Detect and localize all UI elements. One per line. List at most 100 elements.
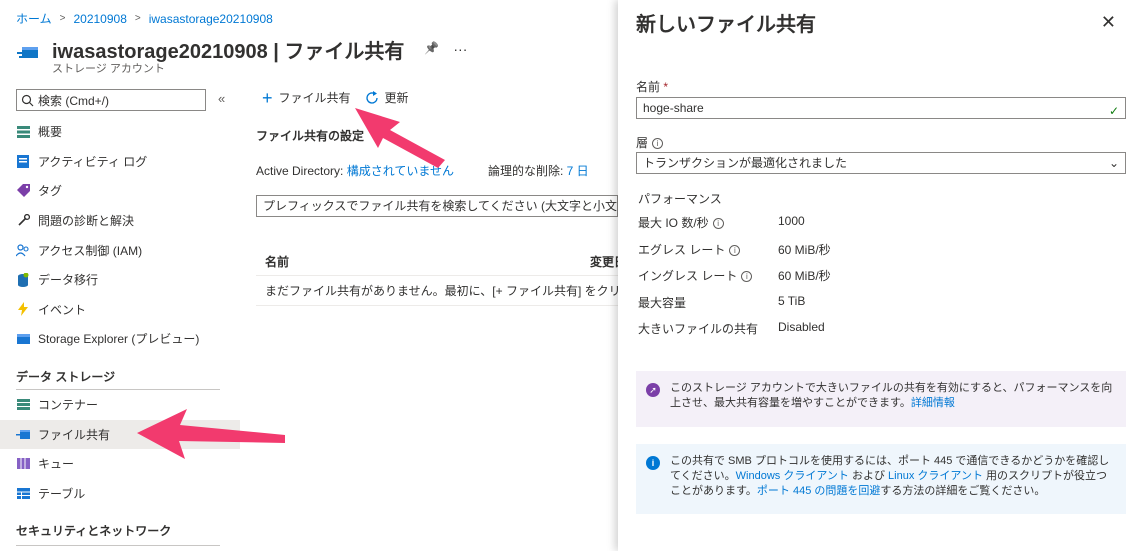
sidebar-item-label: 問題の診断と解決	[38, 214, 135, 229]
sidebar-divider	[16, 545, 220, 546]
sidebar-item-diagnose[interactable]: 問題の診断と解決	[0, 206, 240, 236]
breadcrumb-home[interactable]: ホーム	[16, 10, 52, 27]
perf-label: エグレス レート	[638, 242, 726, 257]
linux-client-link[interactable]: Linux クライアント	[888, 470, 983, 482]
active-directory-setting: Active Directory: 構成されていません	[256, 162, 454, 179]
sidebar-item-label: ファイル共有	[38, 427, 111, 442]
refresh-button[interactable]: 更新	[365, 89, 409, 106]
check-icon: ✓	[1108, 104, 1119, 118]
command-bar: + ファイル共有 更新	[262, 87, 409, 108]
new-file-share-panel: 新しいファイル共有 ✕ 名前 * hoge-share ✓ 層i トランザクショ…	[618, 0, 1140, 551]
breadcrumb-storage-account[interactable]: iwasastorage20210908	[149, 12, 273, 26]
performance-row: イングレス レート i 60 MiB/秒	[638, 267, 831, 294]
sidebar-item-iam[interactable]: アクセス制御 (IAM)	[0, 235, 240, 265]
sidebar-item-queues[interactable]: キュー	[0, 449, 240, 479]
sidebar-item-label: タグ	[38, 184, 63, 199]
refresh-icon	[365, 90, 378, 104]
wrench-icon	[16, 214, 30, 228]
sidebar-item-label: アクセス制御 (IAM)	[38, 243, 143, 258]
windows-client-link[interactable]: Windows クライアント	[736, 470, 849, 482]
notice-text: する方法の詳細をご覧ください。	[880, 485, 1046, 497]
plus-icon: +	[262, 87, 273, 108]
perf-label: 最大 IO 数/秒	[638, 216, 709, 230]
chevron-down-icon: ⌄	[1108, 156, 1119, 170]
panel-title: 新しいファイル共有	[636, 14, 816, 36]
settings-row: Active Directory: 構成されていません 論理的な削除: 7 日	[256, 162, 589, 179]
sidebar-nav-data-storage: コンテナー ファイル共有 キュー テーブル	[0, 390, 240, 508]
performance-row: 大きいファイルの共有 Disabled	[638, 320, 831, 347]
sidebar-item-label: Storage Explorer (プレビュー)	[38, 332, 200, 347]
performance-title: パフォーマンス	[638, 192, 722, 206]
share-name-input[interactable]: hoge-share ✓	[636, 97, 1126, 119]
port-445-link[interactable]: ポート 445 の問題を回避	[757, 485, 880, 497]
performance-row: エグレス レート i 60 MiB/秒	[638, 241, 831, 268]
sidebar-item-activity-log[interactable]: アクティビティ ログ	[0, 147, 240, 177]
perf-label: 大きいファイルの共有	[638, 322, 759, 336]
file-share-icon	[16, 427, 30, 441]
sidebar-item-tables[interactable]: テーブル	[0, 479, 240, 509]
table-empty-message: まだファイル共有がありません。最初に、[+ ファイル共有] をクリック	[256, 276, 618, 306]
file-share-icon	[17, 47, 38, 58]
rocket-icon: ➚	[646, 383, 660, 397]
info-icon[interactable]: i	[729, 244, 741, 256]
info-icon[interactable]: i	[652, 138, 664, 150]
tier-label: 層	[636, 136, 649, 150]
sidebar-search-input[interactable]: 検索 (Cmd+/)	[16, 89, 206, 111]
notice-text: このストレージ アカウントで大きいファイルの共有を有効にすると、パフォーマンスを…	[670, 382, 1113, 409]
sidebar-item-label: 概要	[38, 125, 63, 140]
sidebar-item-storage-explorer[interactable]: Storage Explorer (プレビュー)	[0, 324, 240, 354]
collapse-sidebar-button[interactable]: «	[218, 91, 225, 106]
file-share-settings-title: ファイル共有の設定	[256, 129, 365, 143]
sidebar-item-overview[interactable]: 概要	[0, 117, 240, 147]
add-file-share-button[interactable]: + ファイル共有	[262, 87, 351, 108]
perf-label: 最大容量	[638, 295, 687, 310]
breadcrumb-resource-group[interactable]: 20210908	[73, 12, 126, 26]
perf-value: 60 MiB/秒	[778, 269, 831, 283]
sidebar-item-events[interactable]: イベント	[0, 295, 240, 325]
active-directory-link[interactable]: 構成されていません	[347, 164, 454, 178]
container-icon	[16, 398, 30, 412]
sidebar-item-data-migration[interactable]: データ移行	[0, 265, 240, 295]
column-header-name[interactable]: 名前	[265, 253, 289, 270]
close-icon[interactable]: ✕	[1101, 12, 1116, 33]
add-file-share-label: ファイル共有	[278, 91, 351, 105]
data-migration-icon	[16, 272, 30, 287]
prefix-search-input[interactable]: プレフィックスでファイル共有を検索してください (大文字と小文字	[256, 195, 618, 217]
soft-delete-link[interactable]: 7 日	[567, 164, 589, 178]
sidebar-section-security: セキュリティとネットワーク	[16, 524, 172, 538]
sidebar-item-label: キュー	[38, 457, 75, 472]
perf-value: Disabled	[778, 320, 825, 334]
info-icon[interactable]: i	[741, 271, 753, 283]
annotation-arrow	[355, 108, 445, 168]
pin-icon[interactable]: 📌	[424, 41, 439, 57]
search-icon	[21, 94, 34, 106]
tier-select[interactable]: トランザクションが最適化されました ⌄	[636, 152, 1126, 174]
sidebar-item-label: イベント	[38, 302, 87, 317]
required-marker: *	[663, 80, 669, 94]
activity-log-icon	[16, 154, 30, 168]
sidebar-item-tags[interactable]: タグ	[0, 176, 240, 206]
sidebar-item-label: テーブル	[38, 487, 86, 502]
search-placeholder: 検索 (Cmd+/)	[38, 93, 110, 108]
perf-value: 1000	[778, 214, 805, 228]
sidebar-item-label: アクティビティ ログ	[38, 154, 148, 169]
sidebar-item-label: コンテナー	[38, 398, 99, 413]
table-icon	[16, 487, 30, 501]
tier-selected-value: トランザクションが最適化されました	[643, 156, 848, 170]
sidebar-section-data-storage: データ ストレージ	[16, 370, 116, 384]
large-file-share-notice: ➚ このストレージ アカウントで大きいファイルの共有を有効にすると、パフォーマン…	[636, 371, 1126, 427]
perf-value: 60 MiB/秒	[778, 242, 831, 257]
lightning-icon	[16, 302, 30, 317]
table-header: 名前 変更日	[256, 246, 626, 276]
info-icon[interactable]: i	[712, 218, 724, 230]
learn-more-link[interactable]: 詳細情報	[911, 397, 955, 409]
soft-delete-label: 論理的な削除:	[487, 164, 564, 178]
more-icon[interactable]: ···	[453, 41, 467, 57]
perf-label: イングレス レート	[638, 269, 738, 283]
storage-explorer-icon	[16, 332, 30, 346]
perf-value: 5 TiB	[778, 293, 806, 308]
sidebar-item-containers[interactable]: コンテナー	[0, 390, 240, 420]
page-subtitle: ストレージ アカウント	[52, 63, 165, 75]
breadcrumb-separator: >	[59, 13, 66, 24]
sidebar-item-file-shares[interactable]: ファイル共有	[0, 419, 240, 450]
